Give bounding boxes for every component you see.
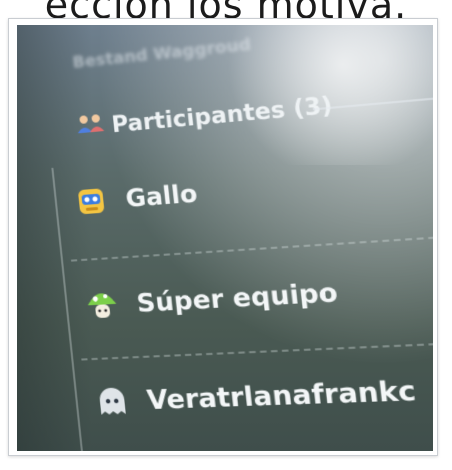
ghost-avatar-icon — [92, 383, 132, 421]
robot-avatar-icon — [71, 182, 111, 221]
participants-panel: Bestand Waggroud Participantes (3) Gallo… — [31, 25, 433, 451]
people-icon — [74, 110, 114, 144]
participant-row[interactable]: Veratrlanafrankc — [92, 372, 418, 421]
row-divider — [81, 338, 433, 361]
participant-row[interactable]: Gallo — [71, 175, 199, 221]
participant-row[interactable]: Súper equipo — [82, 273, 340, 324]
participants-title-text: Participantes (3) — [110, 92, 334, 138]
participants-title: Participantes (3) — [74, 90, 334, 144]
screen-photo: Bestand Waggroud Participantes (3) Gallo… — [17, 25, 433, 451]
participant-name: Gallo — [124, 179, 199, 214]
photo-frame: Bestand Waggroud Participantes (3) Gallo… — [8, 18, 438, 456]
mushroom-avatar-icon — [82, 285, 122, 323]
participant-name: Veratrlanafrankc — [145, 375, 418, 417]
participant-name: Súper equipo — [135, 276, 340, 318]
row-divider — [91, 449, 433, 451]
row-divider — [70, 230, 433, 262]
